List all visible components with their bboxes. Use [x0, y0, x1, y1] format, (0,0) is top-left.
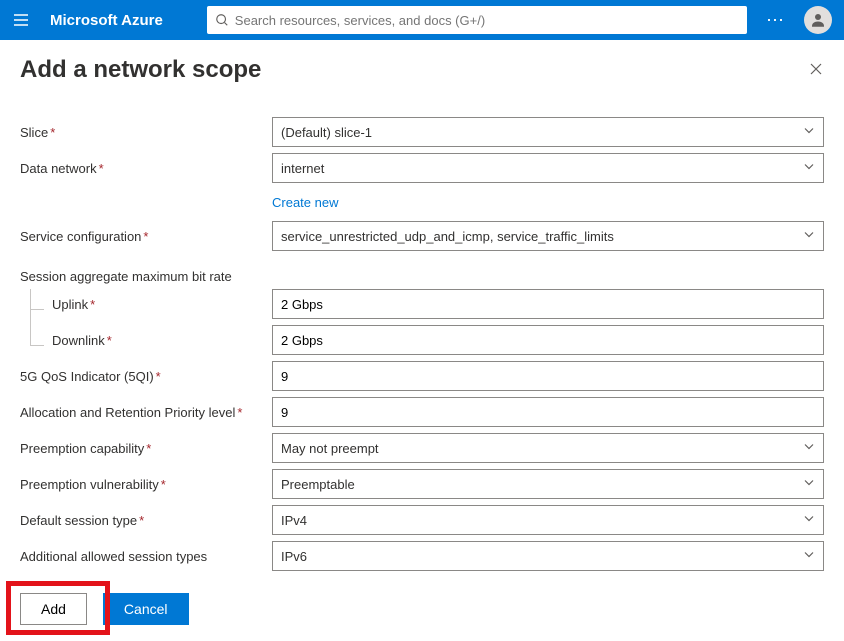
slice-select[interactable]: (Default) slice-1: [272, 117, 824, 147]
additional-session-value: IPv6: [281, 549, 307, 564]
search-input[interactable]: [235, 13, 739, 28]
label-session-agg: Session aggregate maximum bit rate: [20, 261, 272, 284]
page-header: Add a network scope: [0, 40, 844, 92]
qos-input[interactable]: [272, 361, 824, 391]
chevron-down-icon: [803, 549, 815, 564]
default-session-value: IPv4: [281, 513, 307, 528]
chevron-down-icon: [803, 441, 815, 456]
footer: Add Cancel: [0, 583, 844, 641]
uplink-field[interactable]: [281, 297, 815, 312]
chevron-down-icon: [803, 513, 815, 528]
downlink-field[interactable]: [281, 333, 815, 348]
label-qos: 5G QoS Indicator (5QI)*: [20, 369, 272, 384]
chevron-down-icon: [803, 161, 815, 176]
top-bar: Microsoft Azure ⋯: [0, 0, 844, 40]
search-icon: [215, 13, 229, 27]
data-network-select[interactable]: internet: [272, 153, 824, 183]
chevron-down-icon: [803, 477, 815, 492]
arp-field[interactable]: [281, 405, 815, 420]
label-slice: Slice*: [20, 125, 272, 140]
preempt-vuln-value: Preemptable: [281, 477, 355, 492]
menu-icon[interactable]: [12, 11, 30, 29]
create-new-link[interactable]: Create new: [272, 191, 338, 210]
preempt-cap-select[interactable]: May not preempt: [272, 433, 824, 463]
additional-session-select[interactable]: IPv6: [272, 541, 824, 571]
label-preempt-cap: Preemption capability*: [20, 441, 272, 456]
form-body: Slice* (Default) slice-1 Data network* i…: [0, 92, 844, 572]
add-button[interactable]: Add: [20, 593, 87, 625]
data-network-value: internet: [281, 161, 324, 176]
close-icon[interactable]: [808, 61, 824, 80]
avatar[interactable]: [804, 6, 832, 34]
default-session-select[interactable]: IPv4: [272, 505, 824, 535]
slice-value: (Default) slice-1: [281, 125, 372, 140]
uplink-input[interactable]: [272, 289, 824, 319]
qos-field[interactable]: [281, 369, 815, 384]
label-preempt-vuln: Preemption vulnerability*: [20, 477, 272, 492]
label-default-session: Default session type*: [20, 513, 272, 528]
chevron-down-icon: [803, 229, 815, 244]
preempt-vuln-select[interactable]: Preemptable: [272, 469, 824, 499]
arp-input[interactable]: [272, 397, 824, 427]
label-service-config: Service configuration*: [20, 229, 272, 244]
label-uplink: Uplink*: [20, 297, 272, 312]
preempt-cap-value: May not preempt: [281, 441, 379, 456]
chevron-down-icon: [803, 125, 815, 140]
label-downlink: Downlink*: [20, 333, 272, 348]
service-config-select[interactable]: service_unrestricted_udp_and_icmp, servi…: [272, 221, 824, 251]
more-icon[interactable]: ⋯: [766, 10, 786, 31]
label-arp: Allocation and Retention Priority level*: [20, 405, 272, 420]
downlink-input[interactable]: [272, 325, 824, 355]
brand-label: Microsoft Azure: [50, 12, 163, 29]
search-box[interactable]: [207, 6, 747, 34]
label-data-network: Data network*: [20, 161, 272, 176]
service-config-value: service_unrestricted_udp_and_icmp, servi…: [281, 229, 614, 244]
label-additional-session: Additional allowed session types: [20, 549, 272, 564]
page-title: Add a network scope: [20, 56, 261, 84]
cancel-button[interactable]: Cancel: [103, 593, 189, 625]
